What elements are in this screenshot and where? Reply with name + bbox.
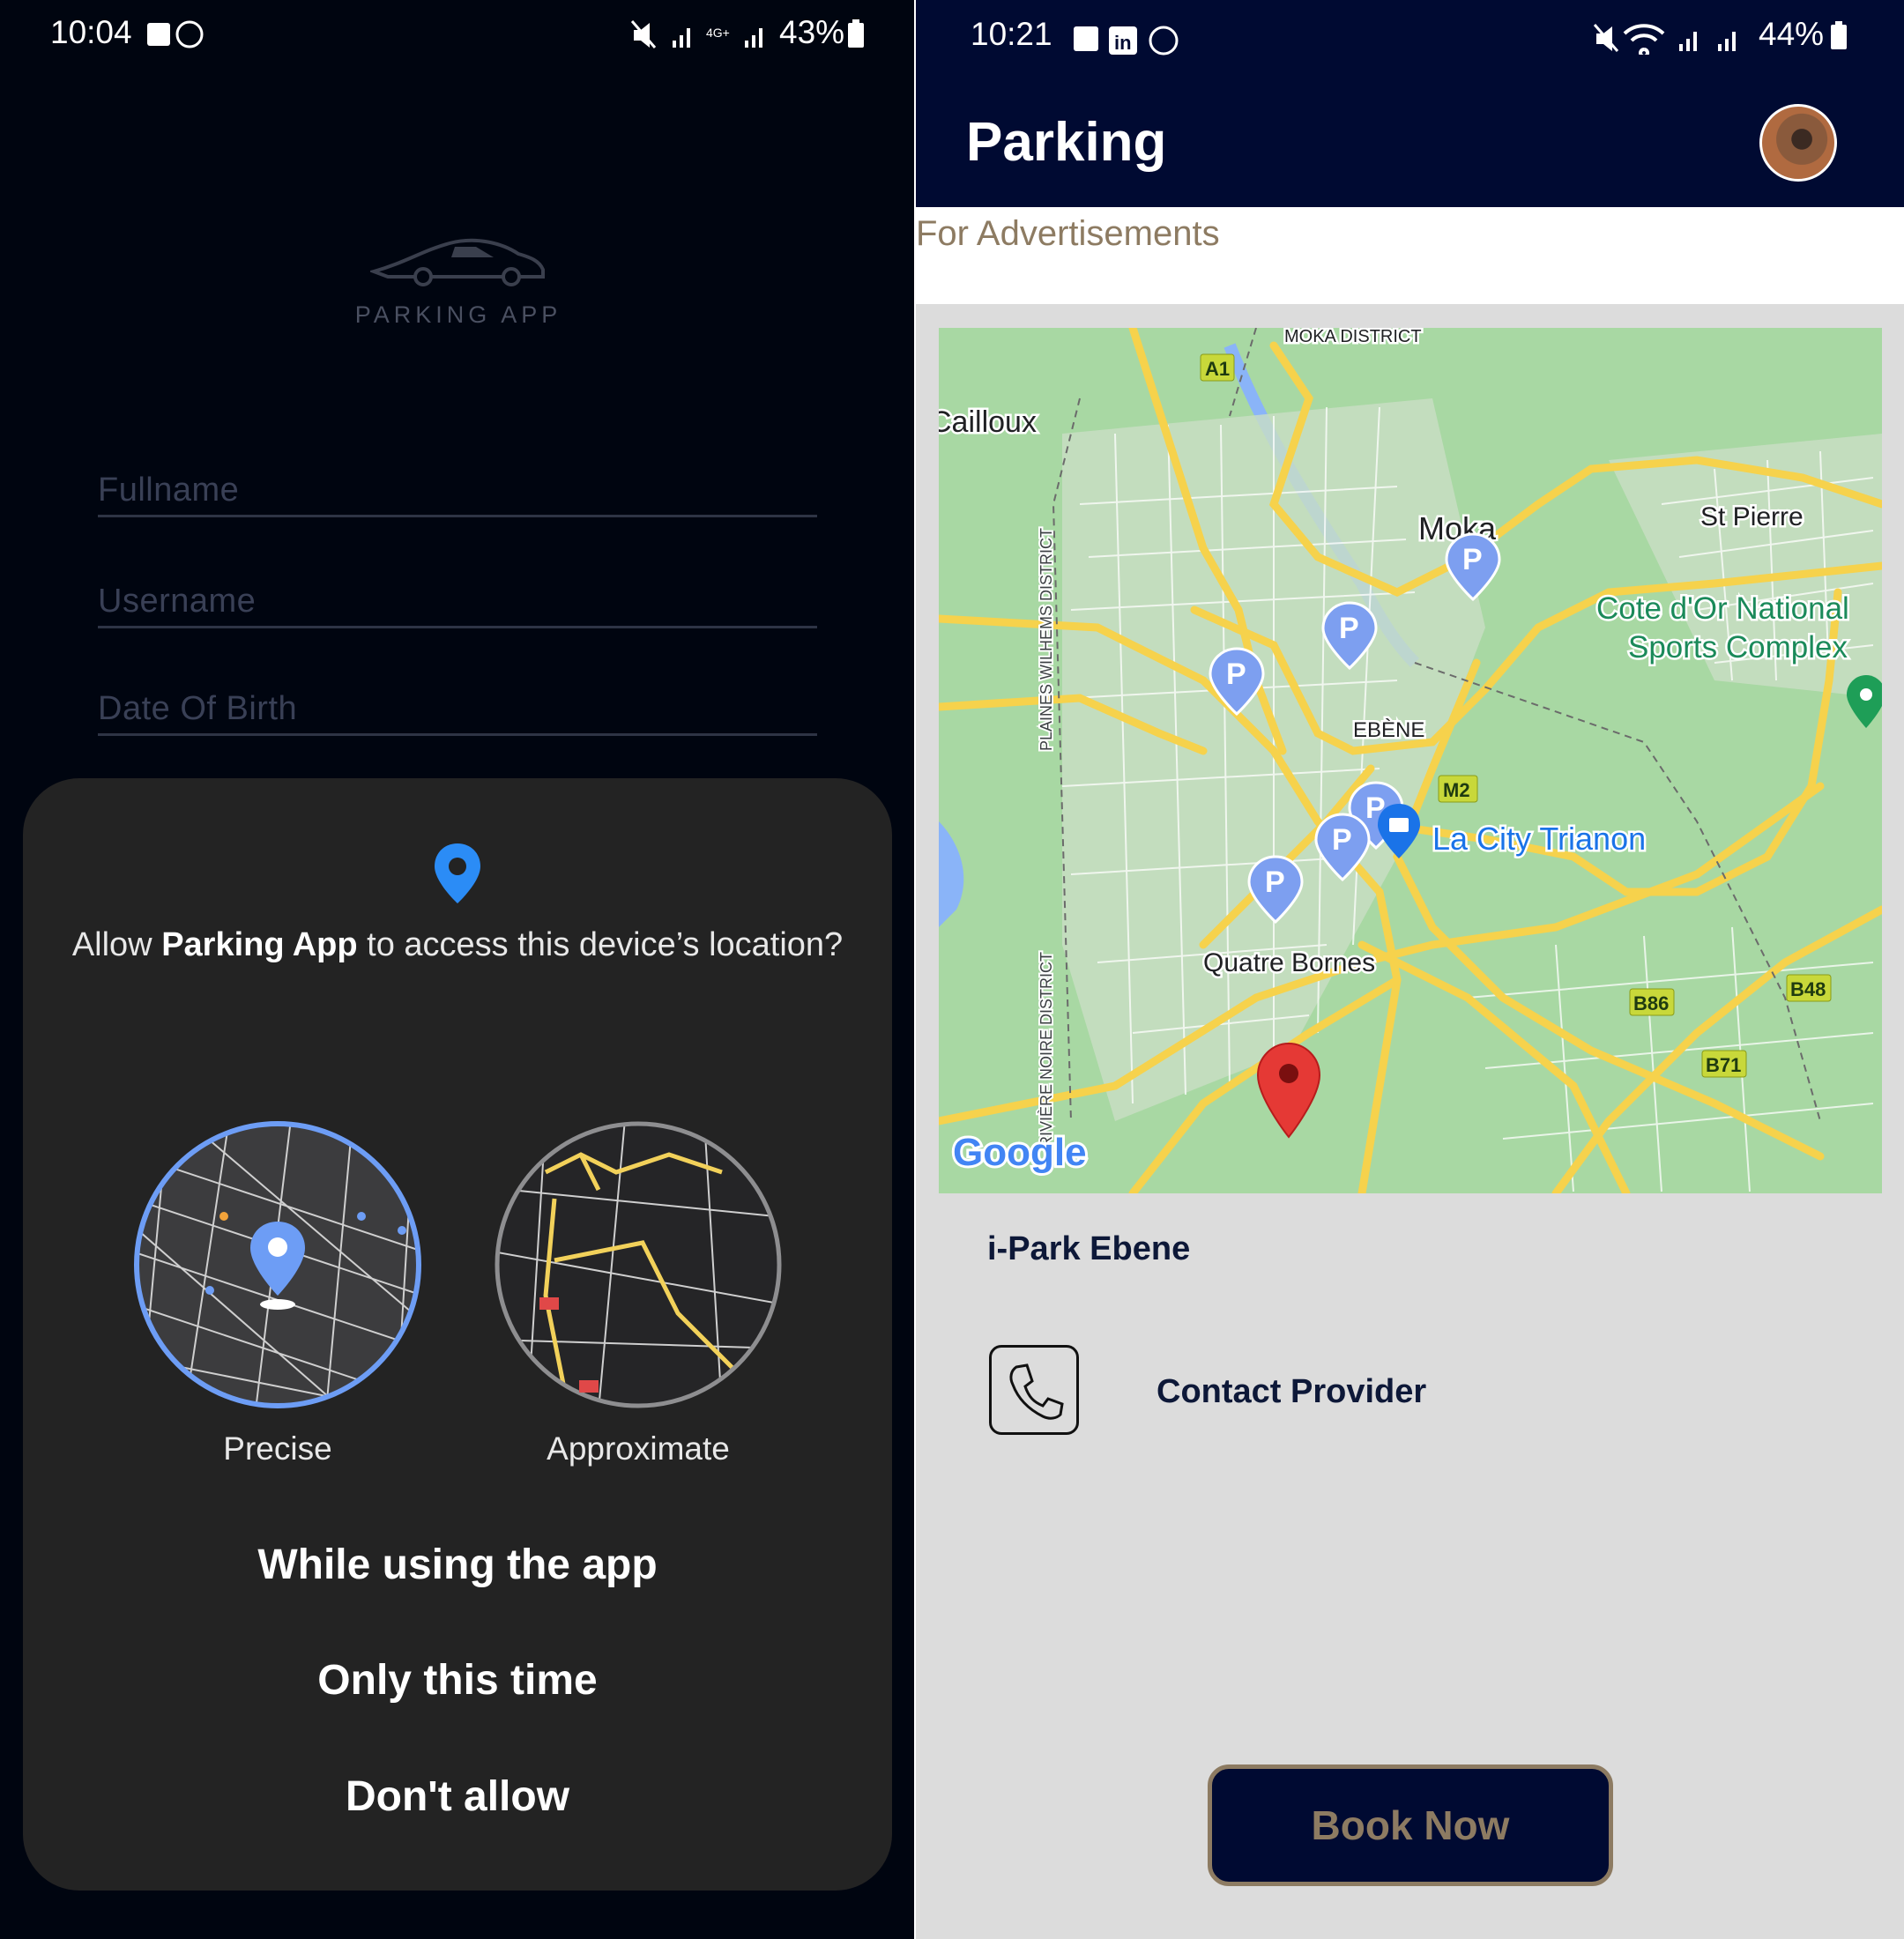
map-label-riviere-noire: RIVIÈRE NOIRE DISTRICT bbox=[1038, 952, 1055, 1148]
map-label-st-pierre: St Pierre bbox=[1700, 502, 1804, 531]
precise-label: Precise bbox=[223, 1430, 332, 1467]
avatar[interactable] bbox=[1759, 104, 1837, 182]
svg-text:in: in bbox=[1114, 32, 1132, 54]
ad-banner-text: For Advertisements bbox=[916, 214, 1220, 253]
ad-banner[interactable]: For Advertisements bbox=[916, 207, 1904, 304]
map-label-moka-district: MOKA DISTRICT bbox=[1284, 328, 1422, 346]
permission-question: Allow Parking App to access this device’… bbox=[71, 926, 844, 963]
location-pin-icon bbox=[435, 843, 480, 903]
battery-icon bbox=[1831, 21, 1847, 49]
gallery-icon bbox=[1074, 26, 1098, 51]
status-battery: 44% bbox=[1759, 16, 1825, 52]
username-placeholder: Username bbox=[98, 583, 257, 620]
signal-icon bbox=[673, 28, 690, 48]
logo-text: PARKING APP bbox=[354, 301, 562, 328]
map-label-cote-dor-2: Sports Complex bbox=[1628, 630, 1848, 665]
username-field[interactable]: Username bbox=[98, 569, 817, 628]
svg-text:P: P bbox=[1265, 865, 1285, 899]
svg-text:P: P bbox=[1339, 612, 1359, 645]
map-canvas[interactable]: A1 M2 B86 B48 B71 MOKA DISTRICT Cailloux… bbox=[939, 328, 1882, 1193]
only-this-time-button[interactable]: Only this time bbox=[23, 1656, 892, 1705]
page-title: Parking bbox=[966, 112, 1167, 173]
gallery-icon bbox=[147, 23, 170, 46]
svg-text:B48: B48 bbox=[1790, 978, 1826, 1000]
dont-allow-button[interactable]: Don't allow bbox=[23, 1772, 892, 1821]
precise-option[interactable] bbox=[132, 1119, 423, 1410]
whatsapp-icon bbox=[175, 20, 204, 48]
status-battery: 43% bbox=[779, 14, 845, 50]
fullname-field[interactable]: Fullname bbox=[98, 458, 817, 517]
map-label-cailloux: Cailloux bbox=[939, 405, 1037, 439]
google-logo: Google bbox=[953, 1131, 1087, 1174]
map-label-ebene: EBÈNE bbox=[1353, 718, 1424, 742]
map-label-quatre-bornes: Quatre Bornes bbox=[1203, 948, 1375, 977]
status-time: 10:04 bbox=[50, 14, 132, 50]
status-icons-left: in bbox=[1074, 26, 1179, 56]
svg-text:P: P bbox=[1462, 543, 1483, 576]
contact-provider-link[interactable]: Contact Provider bbox=[1157, 1373, 1426, 1411]
location-permission-dialog: Allow Parking App to access this device’… bbox=[23, 778, 892, 1891]
4g-icon: 4G+ bbox=[706, 26, 730, 40]
whatsapp-icon bbox=[1149, 26, 1179, 56]
svg-text:P: P bbox=[1226, 657, 1246, 691]
map-label-plaines-wilhems: PLAINES WILHEMS DISTRICT bbox=[1038, 528, 1055, 751]
permission-screen: 10:04 4G+ 43% PARKING APP Fullname Usern… bbox=[0, 0, 914, 1939]
approximate-option[interactable] bbox=[493, 1119, 784, 1410]
signal-icon bbox=[1718, 32, 1736, 51]
parking-detail-screen: 10:21 in 44% Parking For Advertisements bbox=[916, 0, 1904, 1939]
car-logo-icon bbox=[370, 238, 545, 286]
approximate-label: Approximate bbox=[547, 1430, 730, 1467]
book-now-button[interactable]: Book Now bbox=[1208, 1764, 1613, 1886]
app-name: Parking App bbox=[161, 926, 358, 963]
map-label-la-city-trianon: La City Trianon bbox=[1432, 821, 1646, 857]
svg-text:B86: B86 bbox=[1633, 992, 1669, 1014]
signal-icon bbox=[1679, 32, 1697, 51]
phone-icon[interactable] bbox=[989, 1345, 1079, 1435]
status-icons-right: 4G+ bbox=[630, 20, 762, 48]
wifi-icon bbox=[1623, 24, 1665, 55]
dob-placeholder: Date Of Birth bbox=[98, 690, 298, 727]
dob-field[interactable]: Date Of Birth bbox=[98, 675, 817, 736]
status-icons-left bbox=[147, 20, 204, 48]
svg-text:A1: A1 bbox=[1205, 358, 1230, 380]
app-header: 10:21 in 44% Parking bbox=[916, 0, 1904, 207]
parking-lot-name: i-Park Ebene bbox=[987, 1230, 1191, 1267]
fullname-placeholder: Fullname bbox=[98, 472, 240, 509]
signal-icon bbox=[745, 28, 762, 48]
status-time: 10:21 bbox=[971, 16, 1052, 52]
svg-text:M2: M2 bbox=[1443, 779, 1470, 801]
map-label-cote-dor-1: Cote d'Or National bbox=[1596, 591, 1849, 626]
while-using-button[interactable]: While using the app bbox=[23, 1541, 892, 1589]
svg-text:P: P bbox=[1332, 823, 1352, 857]
map-view[interactable]: A1 M2 B86 B48 B71 MOKA DISTRICT Cailloux… bbox=[939, 328, 1882, 1193]
battery-icon bbox=[848, 19, 864, 48]
svg-text:B71: B71 bbox=[1706, 1054, 1741, 1076]
